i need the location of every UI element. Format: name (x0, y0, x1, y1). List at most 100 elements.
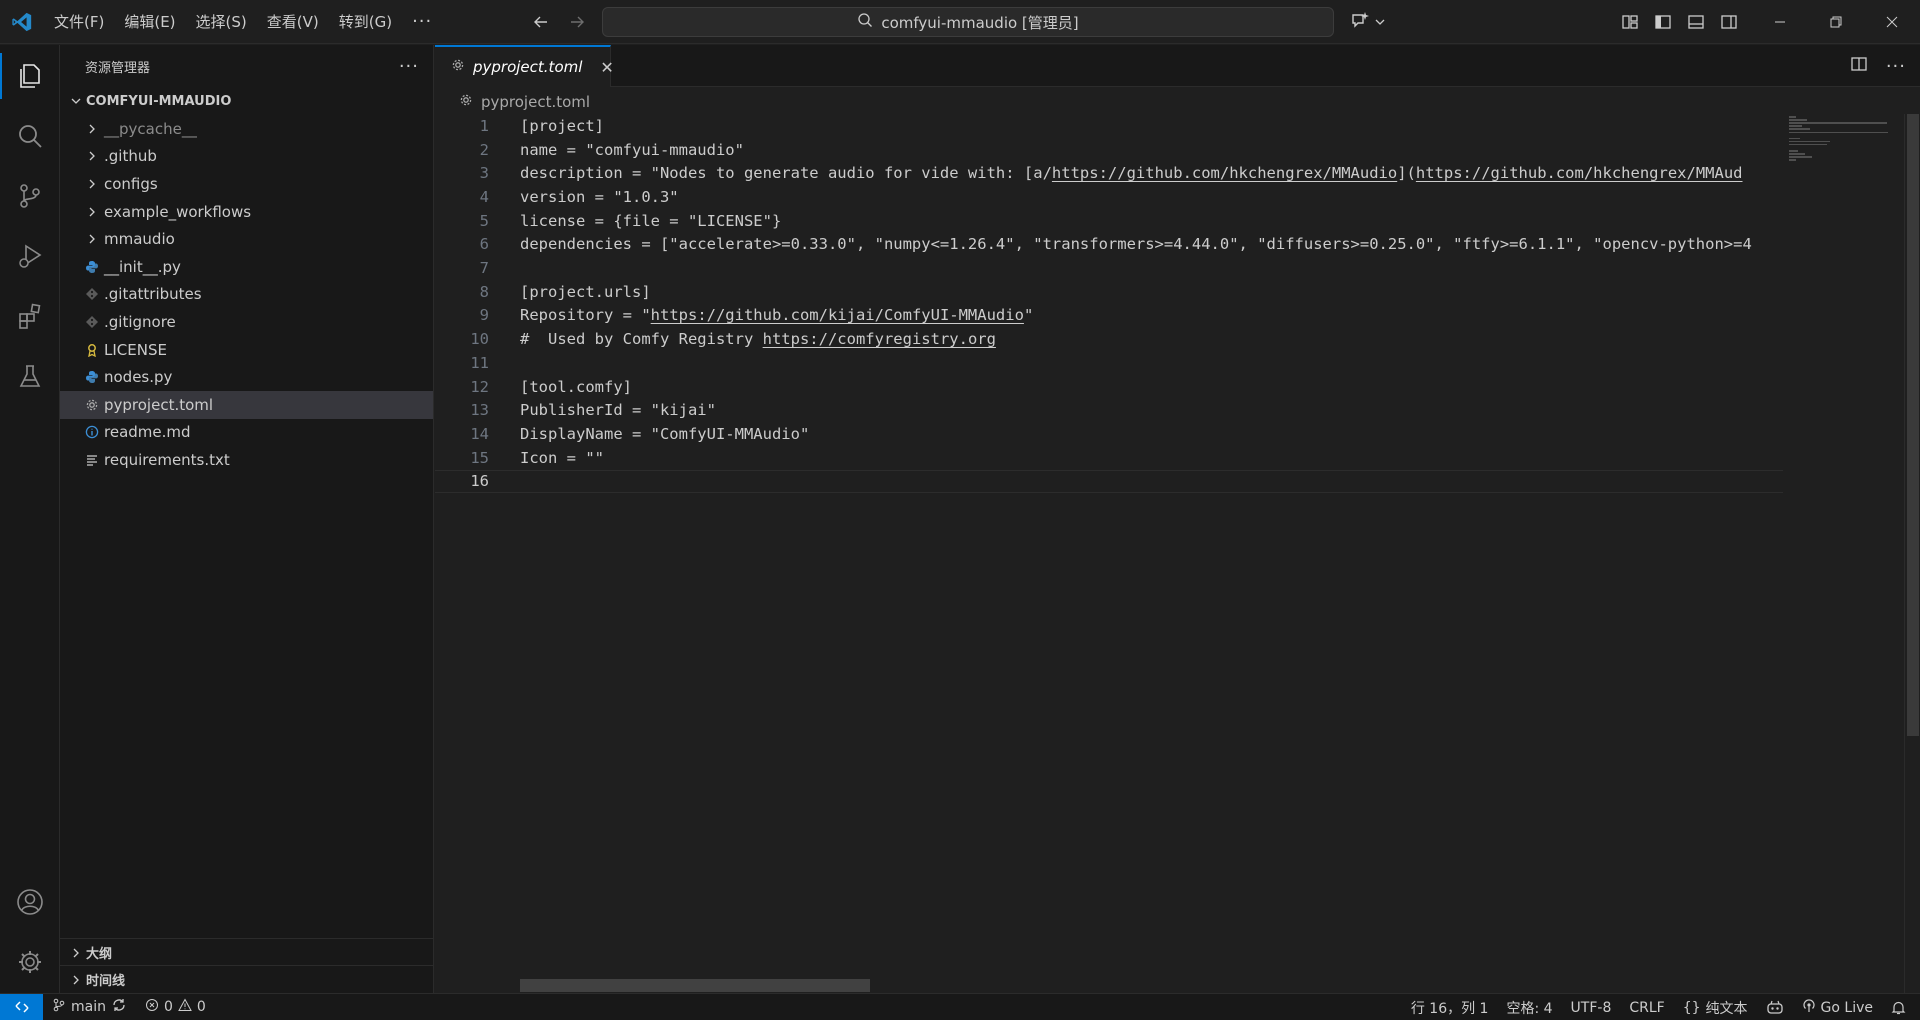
tree-file[interactable]: pyproject.toml (60, 390, 433, 419)
code-line[interactable]: 6 dependencies = ["accelerate>=0.33.0", "… (435, 233, 1783, 257)
tree-folder[interactable]: configs (60, 170, 433, 198)
tab-pyproject[interactable]: pyproject.toml ✕ (435, 45, 614, 87)
encoding[interactable]: UTF-8 (1562, 994, 1621, 1020)
copilot-button[interactable] (1350, 10, 1386, 36)
code-line[interactable]: 8 [project.urls] (435, 280, 1783, 304)
code-line[interactable]: 2 name = "comfyui-mmaudio" (435, 138, 1783, 162)
explorer-more-icon[interactable]: ··· (399, 56, 419, 77)
code-line[interactable]: 4 version = "1.0.3" (435, 185, 1783, 209)
code-text: Repository = "https://github.com/kijai/C… (520, 306, 1034, 325)
code-line[interactable]: 13 PublisherId = "kijai" (435, 398, 1783, 422)
forward-arrow-icon[interactable] (566, 11, 588, 33)
tree-folder[interactable]: example_workflows (60, 198, 433, 226)
code-line[interactable]: 14 DisplayName = "ComfyUI-MMAudio" (435, 422, 1783, 446)
indentation[interactable]: 空格: 4 (1497, 994, 1561, 1020)
language-mode[interactable]: {} 纯文本 (1674, 994, 1757, 1020)
code-line[interactable]: 16 (435, 469, 1783, 494)
code-line[interactable]: 11 (435, 351, 1783, 375)
code-line[interactable]: 12 [tool.comfy] (435, 375, 1783, 399)
go-live-label: Go Live (1820, 999, 1873, 1016)
notifications-bell-icon[interactable] (1882, 994, 1920, 1020)
tree-item-label: mmaudio (104, 230, 175, 249)
tree-item-label: .github (104, 147, 157, 166)
settings-gear-icon[interactable] (0, 933, 60, 991)
menu-selection[interactable]: 选择(S) (186, 0, 257, 44)
vertical-scrollbar-thumb[interactable] (1907, 114, 1919, 736)
extensions-icon[interactable] (0, 287, 60, 345)
timeline-section[interactable]: 时间线 (60, 965, 433, 993)
breadcrumb[interactable]: pyproject.toml (459, 90, 590, 114)
split-editor-icon[interactable] (1850, 55, 1868, 77)
close-icon[interactable] (1864, 0, 1920, 44)
search-icon (857, 12, 873, 32)
tree-folder[interactable]: mmaudio (60, 225, 433, 253)
source-control-icon[interactable] (0, 167, 60, 225)
minimap-line (1789, 140, 1831, 143)
customize-layout-icon[interactable] (1618, 11, 1641, 34)
editor-more-icon[interactable]: ··· (1886, 56, 1906, 77)
file-tree: __pycache__ .github configs example_workflo… (60, 115, 433, 474)
tree-file[interactable]: nodes.py (60, 363, 433, 391)
tree-file[interactable]: readme.md (60, 419, 433, 447)
menu-go[interactable]: 转到(G) (329, 0, 402, 44)
code-line[interactable]: 15 Icon = "" (435, 446, 1783, 470)
status-bar: main 0 0 行 16，列 1 空格: 4 UTF-8 CRLF {} 纯文… (0, 993, 1920, 1020)
restore-icon[interactable] (1808, 0, 1864, 44)
chevron-right-icon (66, 947, 86, 959)
menu-more-icon[interactable]: ··· (402, 11, 442, 32)
tree-file[interactable]: LICENSE (60, 336, 433, 364)
minimap-line (1789, 143, 1828, 146)
tree-file[interactable]: requirements.txt (60, 446, 433, 474)
minimap-line (1789, 153, 1805, 155)
code-line[interactable]: 10 # Used by Comfy Registry https://comfy… (435, 327, 1783, 351)
tree-file[interactable]: __init__.py (60, 253, 433, 281)
cursor-position[interactable]: 行 16，列 1 (1402, 994, 1498, 1020)
code-line[interactable]: 3 description = "Nodes to generate audio … (435, 161, 1783, 185)
tree-file[interactable]: .gitignore (60, 308, 433, 336)
language-label: 纯文本 (1705, 1000, 1748, 1017)
tree-folder[interactable]: __pycache__ (60, 115, 433, 143)
branch-indicator[interactable]: main (43, 994, 136, 1020)
back-arrow-icon[interactable] (530, 11, 552, 33)
chevron-right-icon (82, 119, 102, 139)
command-center[interactable]: comfyui-mmaudio [管理员] (602, 7, 1334, 37)
minimize-icon[interactable] (1752, 0, 1808, 44)
menu-bar: 文件(F) 编辑(E) 选择(S) 查看(V) 转到(G) ··· (44, 0, 442, 44)
code-line[interactable]: 9 Repository = "https://github.com/kijai/… (435, 304, 1783, 328)
sync-icon[interactable] (111, 997, 127, 1017)
code-line[interactable]: 1 [project] (435, 114, 1783, 138)
minimap[interactable] (1783, 114, 1903, 993)
explorer-title: 资源管理器 (85, 60, 151, 76)
workspace-folder-header[interactable]: COMFYUI-MMAUDIO (60, 87, 433, 115)
copilot-status-icon[interactable] (1757, 994, 1793, 1020)
tab-close-icon[interactable]: ✕ (600, 58, 613, 77)
toggle-panel-icon[interactable] (1684, 11, 1707, 34)
go-live-button[interactable]: Go Live (1793, 994, 1882, 1020)
remote-indicator-icon[interactable] (0, 993, 43, 1020)
code-line[interactable]: 5 license = {file = "LICENSE"} (435, 209, 1783, 233)
explorer-icon[interactable] (0, 47, 60, 105)
line-ending[interactable]: CRLF (1620, 994, 1673, 1020)
search-view-icon[interactable] (0, 107, 60, 165)
toggle-primary-sidebar-icon[interactable] (1651, 11, 1674, 34)
run-debug-icon[interactable] (0, 227, 60, 285)
menu-edit[interactable]: 编辑(E) (114, 0, 185, 44)
code-line[interactable]: 7 (435, 256, 1783, 280)
tree-file[interactable]: .gitattributes (60, 281, 433, 309)
line-number: 2 (479, 140, 489, 159)
problems-indicator[interactable]: 0 0 (136, 994, 215, 1020)
code-editor[interactable]: 1 [project] 2 name = "comfyui-mmaudio" 3 desc… (435, 114, 1783, 976)
tree-folder[interactable]: .github (60, 143, 433, 171)
horizontal-scrollbar[interactable] (520, 979, 870, 992)
license-file-icon (82, 340, 102, 360)
chevron-right-icon (82, 146, 102, 166)
outline-section[interactable]: 大纲 (60, 938, 433, 966)
testing-flask-icon[interactable] (0, 347, 60, 405)
menu-file[interactable]: 文件(F) (44, 0, 114, 44)
accounts-icon[interactable] (0, 873, 60, 931)
toggle-secondary-sidebar-icon[interactable] (1717, 11, 1740, 34)
vertical-scrollbar[interactable] (1904, 114, 1920, 993)
line-number: 1 (479, 116, 489, 135)
gear-icon (82, 395, 102, 415)
menu-view[interactable]: 查看(V) (257, 0, 329, 44)
